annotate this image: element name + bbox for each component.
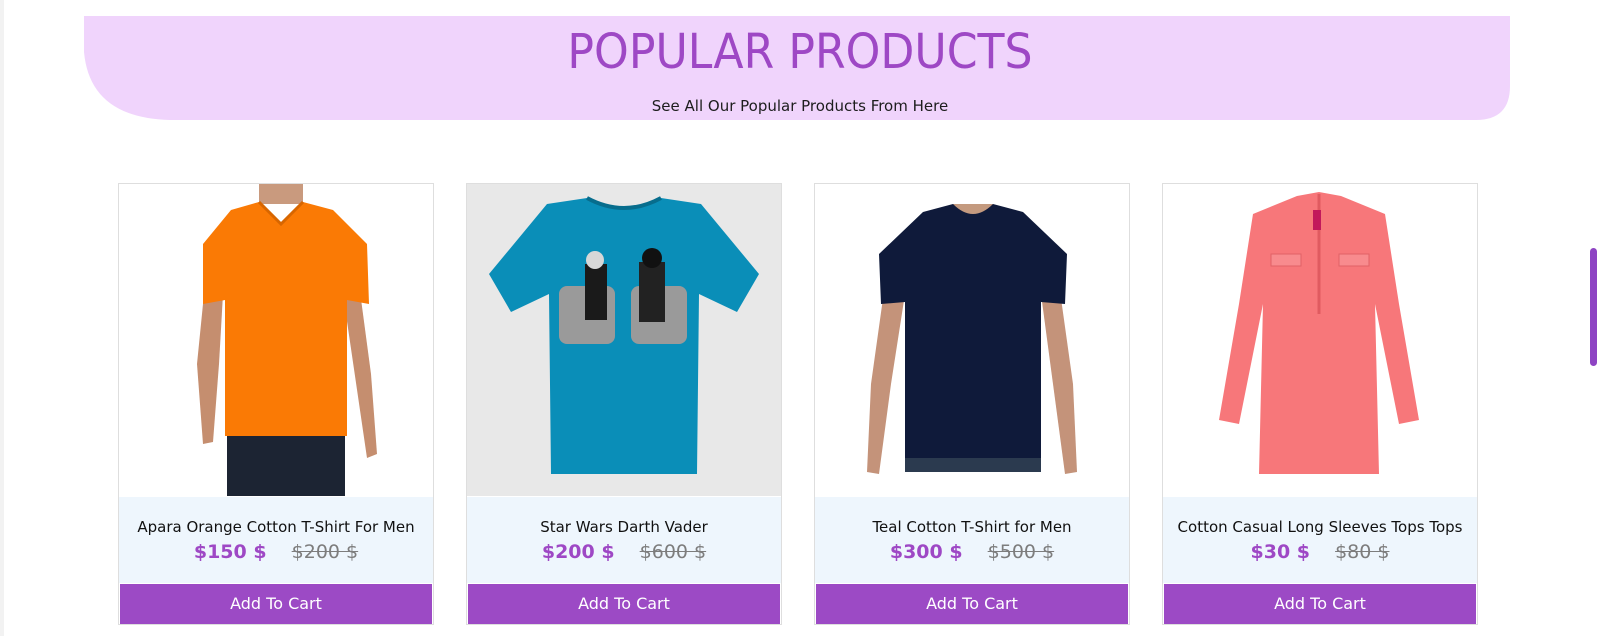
add-to-cart-button[interactable]: Add To Cart — [120, 584, 432, 624]
page: POPULAR PRODUCTS See All Our Popular Pro… — [0, 0, 1600, 636]
add-to-cart-button[interactable]: Add To Cart — [1164, 584, 1476, 624]
product-prices: $300 $ $500 $ — [815, 541, 1129, 563]
product-image-star-wars-tshirt[interactable] — [467, 184, 781, 496]
product-price: $150 $ — [193, 541, 267, 563]
section-subtitle: See All Our Popular Products From Here — [651, 97, 949, 115]
product-prices: $30 $ $80 $ — [1163, 541, 1477, 563]
scrollbar-thumb[interactable] — [1590, 248, 1597, 366]
product-info: Teal Cotton T-Shirt for Men $300 $ $500 … — [815, 497, 1129, 583]
product-prices: $150 $ $200 $ — [119, 541, 433, 563]
product-image-orange-tshirt[interactable] — [119, 184, 433, 496]
product-name[interactable]: Apara Orange Cotton T-Shirt For Men — [119, 518, 433, 536]
product-old-price: $500 $ — [987, 541, 1055, 563]
product-info: Star Wars Darth Vader $200 $ $600 $ — [467, 497, 781, 583]
product-price: $30 $ — [1250, 541, 1311, 563]
product-price: $200 $ — [541, 541, 615, 563]
product-name[interactable]: Teal Cotton T-Shirt for Men — [815, 518, 1129, 536]
section-title: POPULAR PRODUCTS — [567, 24, 1033, 80]
product-old-price: $200 $ — [291, 541, 359, 563]
product-card[interactable]: Teal Cotton T-Shirt for Men $300 $ $500 … — [814, 183, 1130, 625]
product-name[interactable]: Cotton Casual Long Sleeves Tops Tops — [1163, 518, 1477, 536]
product-card[interactable]: Star Wars Darth Vader $200 $ $600 $ Add … — [466, 183, 782, 625]
product-prices: $200 $ $600 $ — [467, 541, 781, 563]
product-old-price: $600 $ — [639, 541, 707, 563]
product-image-coral-top[interactable] — [1163, 184, 1477, 496]
product-image-navy-tshirt[interactable] — [815, 184, 1129, 496]
product-card[interactable]: Apara Orange Cotton T-Shirt For Men $150… — [118, 183, 434, 625]
add-to-cart-button[interactable]: Add To Cart — [468, 584, 780, 624]
add-to-cart-button[interactable]: Add To Cart — [816, 584, 1128, 624]
product-name[interactable]: Star Wars Darth Vader — [467, 518, 781, 536]
product-card[interactable]: Cotton Casual Long Sleeves Tops Tops $30… — [1162, 183, 1478, 625]
product-old-price: $80 $ — [1335, 541, 1390, 563]
product-info: Apara Orange Cotton T-Shirt For Men $150… — [119, 497, 433, 583]
product-price: $300 $ — [889, 541, 963, 563]
product-info: Cotton Casual Long Sleeves Tops Tops $30… — [1163, 497, 1477, 583]
